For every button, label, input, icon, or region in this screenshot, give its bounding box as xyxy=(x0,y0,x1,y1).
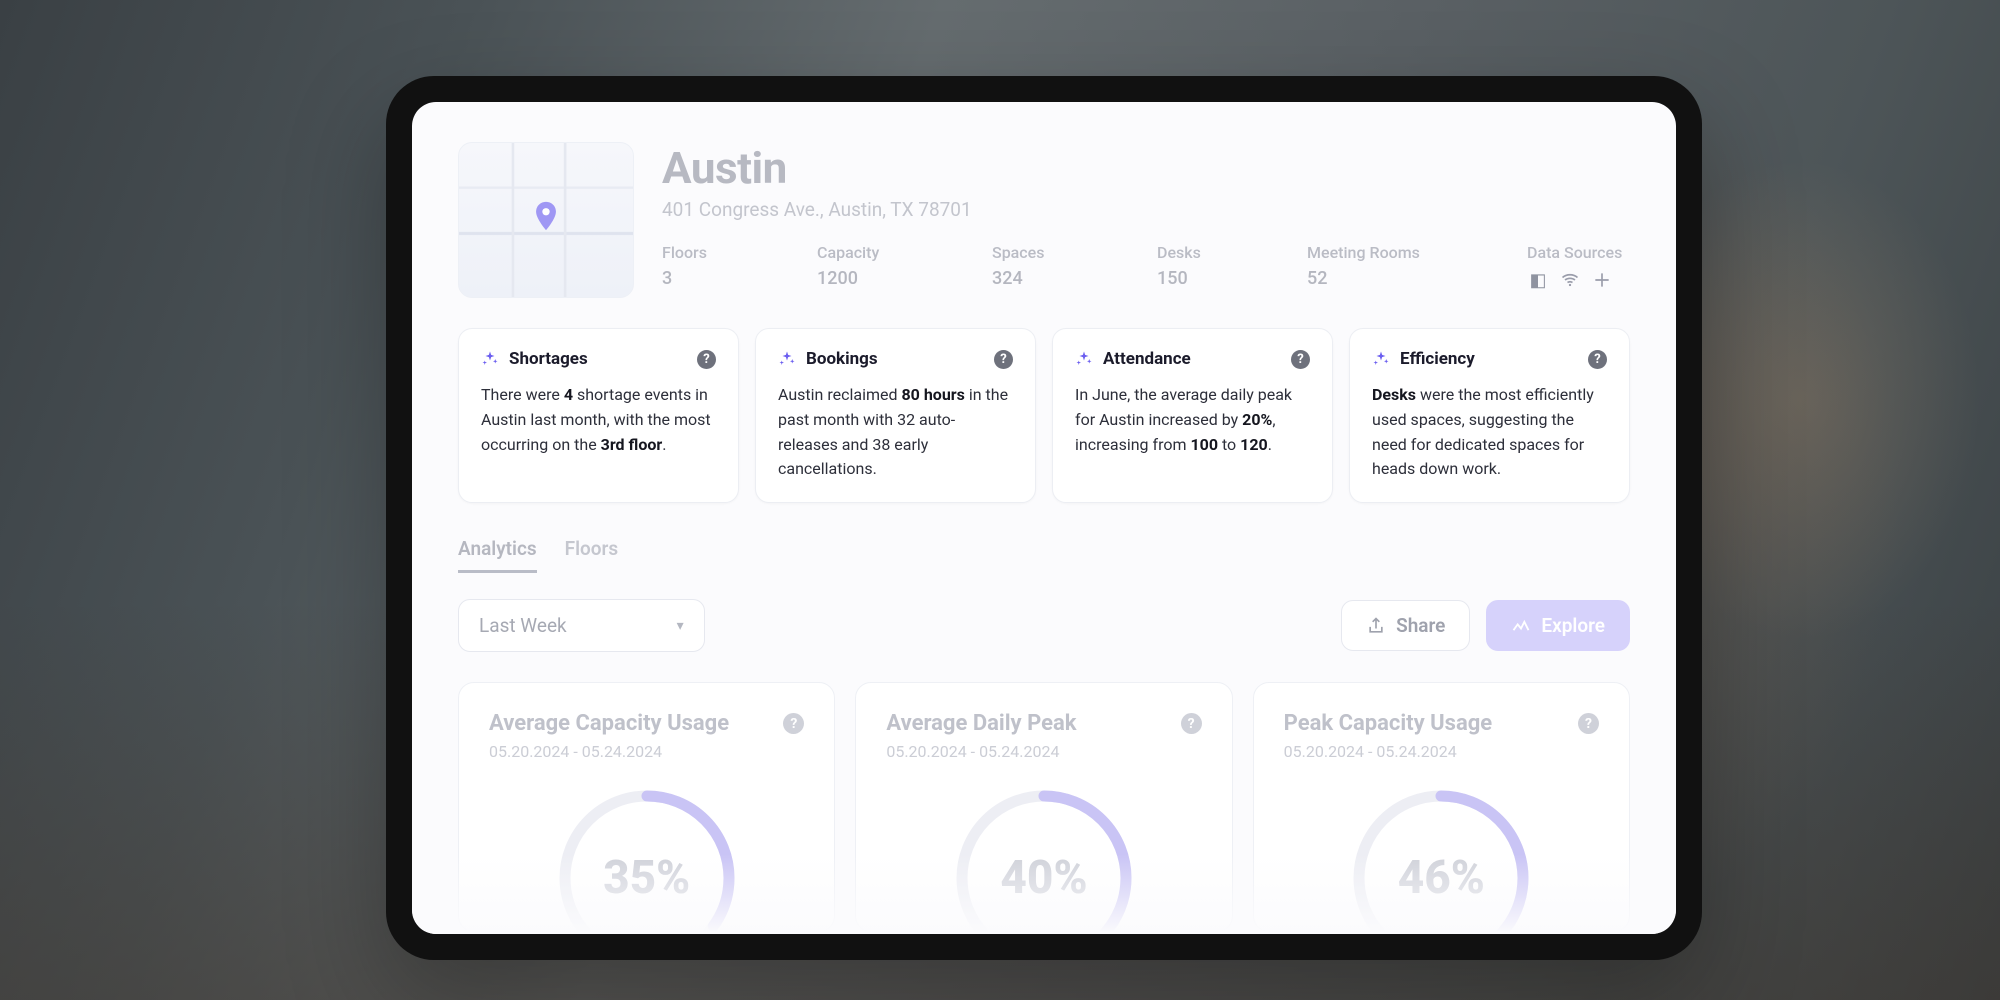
header-main: Austin 401 Congress Ave., Austin, TX 787… xyxy=(662,142,1630,298)
stat-spaces: Spaces 324 xyxy=(992,243,1157,290)
stat-capacity: Capacity 1200 xyxy=(817,243,992,290)
toolbar: Last Week ▾ Share Explore xyxy=(458,599,1630,652)
gauge-pct: 40% xyxy=(949,783,1139,932)
card-efficiency[interactable]: Efficiency ? Desks were the most efficie… xyxy=(1349,328,1630,503)
card-shortages[interactable]: Shortages ? There were 4 shortage events… xyxy=(458,328,739,503)
stat-label: Meeting Rooms xyxy=(1307,243,1527,262)
gauge-avg-daily-peak[interactable]: Average Daily Peak ? 05.20.2024 - 05.24.… xyxy=(855,682,1232,932)
card-bookings[interactable]: Bookings ? Austin reclaimed 80 hours in … xyxy=(755,328,1036,503)
help-icon[interactable]: ? xyxy=(1588,350,1607,369)
data-sources-icons: ◧ xyxy=(1527,270,1622,290)
help-icon[interactable]: ? xyxy=(697,350,716,369)
stat-value: 324 xyxy=(992,268,1157,289)
tab-analytics[interactable]: Analytics xyxy=(458,537,537,573)
explore-button[interactable]: Explore xyxy=(1486,600,1630,651)
insight-cards: Shortages ? There were 4 shortage events… xyxy=(458,328,1630,503)
wifi-icon[interactable] xyxy=(1559,270,1581,290)
date-range-select[interactable]: Last Week ▾ xyxy=(458,599,705,652)
tablet-frame: Austin 401 Congress Ave., Austin, TX 787… xyxy=(386,76,1702,960)
help-icon[interactable]: ? xyxy=(1291,350,1310,369)
card-title: Bookings xyxy=(806,349,878,369)
stat-value: 150 xyxy=(1157,268,1307,289)
help-icon[interactable]: ? xyxy=(1578,713,1599,734)
gauge-title: Average Capacity Usage xyxy=(489,711,729,736)
stat-desks: Desks 150 xyxy=(1157,243,1307,290)
background-photo: Austin 401 Congress Ave., Austin, TX 787… xyxy=(0,0,2000,1000)
gauge-ring: 40% xyxy=(886,783,1201,932)
stat-label: Floors xyxy=(662,243,817,262)
location-header: Austin 401 Congress Ave., Austin, TX 787… xyxy=(458,142,1630,298)
data-sources: Data Sources ◧ xyxy=(1527,243,1622,290)
gauge-ring: 35% xyxy=(489,783,804,932)
sparkle-icon xyxy=(481,350,499,368)
card-body: Desks were the most efficiently used spa… xyxy=(1372,383,1607,482)
location-stats: Floors 3 Capacity 1200 Spaces 324 Desk xyxy=(662,243,1630,290)
share-button[interactable]: Share xyxy=(1341,600,1470,651)
gauge-title: Peak Capacity Usage xyxy=(1284,711,1493,736)
share-icon xyxy=(1366,616,1386,636)
card-title: Efficiency xyxy=(1400,349,1475,369)
date-range-label: Last Week xyxy=(479,614,567,637)
stat-label: Spaces xyxy=(992,243,1157,262)
gauge-pct: 35% xyxy=(552,783,742,932)
gauge-cards: Average Capacity Usage ? 05.20.2024 - 05… xyxy=(458,682,1630,932)
explore-icon xyxy=(1511,616,1531,636)
stat-value: 52 xyxy=(1307,268,1527,289)
map-pin-icon xyxy=(529,199,563,233)
location-title: Austin xyxy=(662,142,1630,194)
app-screen: Austin 401 Congress Ave., Austin, TX 787… xyxy=(412,102,1676,934)
gauge-range: 05.20.2024 - 05.24.2024 xyxy=(886,742,1201,761)
gauge-ring: 46% xyxy=(1284,783,1599,932)
card-body: There were 4 shortage events in Austin l… xyxy=(481,383,716,457)
card-title: Shortages xyxy=(509,349,588,369)
card-body: Austin reclaimed 80 hours in the past mo… xyxy=(778,383,1013,482)
stat-meeting-rooms: Meeting Rooms 52 xyxy=(1307,243,1527,290)
gauge-peak-capacity[interactable]: Peak Capacity Usage ? 05.20.2024 - 05.24… xyxy=(1253,682,1630,932)
tabs: Analytics Floors xyxy=(458,537,1630,573)
location-address: 401 Congress Ave., Austin, TX 78701 xyxy=(662,198,1630,221)
sensor-icon[interactable]: ◧ xyxy=(1527,270,1549,290)
gauge-range: 05.20.2024 - 05.24.2024 xyxy=(489,742,804,761)
gauge-range: 05.20.2024 - 05.24.2024 xyxy=(1284,742,1599,761)
share-label: Share xyxy=(1396,614,1445,637)
sparkle-icon xyxy=(1372,350,1390,368)
gauge-avg-capacity[interactable]: Average Capacity Usage ? 05.20.2024 - 05… xyxy=(458,682,835,932)
gauge-title: Average Daily Peak xyxy=(886,711,1076,736)
data-sources-label: Data Sources xyxy=(1527,243,1622,262)
stat-label: Capacity xyxy=(817,243,992,262)
gauge-pct: 46% xyxy=(1346,783,1536,932)
help-icon[interactable]: ? xyxy=(994,350,1013,369)
stat-floors: Floors 3 xyxy=(662,243,817,290)
card-title: Attendance xyxy=(1103,349,1191,369)
tab-floors[interactable]: Floors xyxy=(565,537,619,573)
help-icon[interactable]: ? xyxy=(783,713,804,734)
sparkle-icon xyxy=(1075,350,1093,368)
card-attendance[interactable]: Attendance ? In June, the average daily … xyxy=(1052,328,1333,503)
stat-value: 3 xyxy=(662,268,817,289)
card-body: In June, the average daily peak for Aust… xyxy=(1075,383,1310,457)
stat-label: Desks xyxy=(1157,243,1307,262)
stat-value: 1200 xyxy=(817,268,992,289)
map-thumbnail[interactable] xyxy=(458,142,634,298)
chevron-down-icon: ▾ xyxy=(677,618,684,634)
sparkle-icon xyxy=(778,350,796,368)
explore-label: Explore xyxy=(1541,614,1605,637)
integration-icon[interactable] xyxy=(1591,270,1613,290)
help-icon[interactable]: ? xyxy=(1181,713,1202,734)
